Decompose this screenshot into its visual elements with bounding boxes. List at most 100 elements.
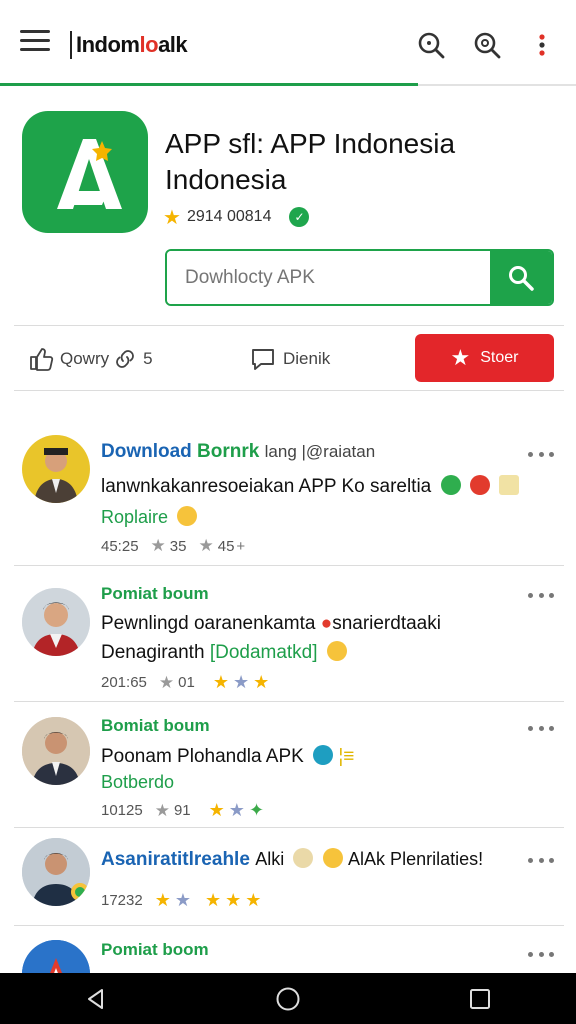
verified-check-icon: ✓ — [289, 207, 310, 227]
star-icon: ★ — [245, 890, 262, 910]
more-options-icon[interactable] — [528, 448, 554, 460]
post-text-body: Poonam Plohandla APK — [101, 746, 304, 767]
post-title[interactable]: Pomiat boom — [101, 940, 209, 960]
more-options-icon[interactable] — [528, 589, 554, 601]
sparkle-icon: ¦≡ — [338, 746, 355, 767]
post-title[interactable]: Pomiat boum — [101, 584, 209, 604]
post-time: 201:65 — [101, 674, 147, 691]
feed-item[interactable]: Asaniratitlreahle Alki AlAk Plenrilaties… — [14, 828, 564, 926]
post-text-2: Denagiranth — [101, 642, 205, 663]
star-icon: ★ — [163, 206, 181, 229]
star-icon: ★ — [174, 890, 191, 910]
back-icon[interactable] — [76, 979, 116, 1019]
post-title-main: Download — [101, 441, 192, 462]
post-title-tail: AlAk Plenrilaties! — [348, 849, 484, 869]
red-emoji-icon — [469, 475, 490, 495]
post-title-rest: Alki — [255, 849, 285, 869]
smile-emoji-icon — [322, 848, 343, 868]
star-icon: ★ — [150, 536, 166, 555]
post-stat-2: 45 — [217, 537, 235, 555]
search-icon[interactable] — [416, 30, 446, 60]
avatar[interactable] — [22, 588, 90, 656]
sticker-emoji-icon — [499, 475, 520, 495]
post-title-rest: Bornrk — [191, 441, 260, 462]
store-label: Stoer — [480, 349, 519, 366]
star-icon: ★ — [232, 672, 250, 692]
star-icon: ★ — [208, 800, 225, 820]
post-text-body: Pewnlingd oaranenkamta — [101, 613, 316, 634]
post-stat-1: 91 — [173, 802, 191, 819]
smile-emoji-icon — [326, 641, 347, 661]
feed-item[interactable]: Pomiat boum Pewnlingd oaranenkamta ●snar… — [14, 566, 564, 702]
download-apk-input[interactable] — [167, 251, 490, 304]
brand-text-2: lo — [139, 32, 159, 57]
post-text: lanwnkakanresoeiakan APP Ko sareltia — [101, 475, 520, 498]
post-meta: 17232 ★ ★ ★ ★ ★ — [101, 890, 261, 911]
post-meta: 201:65 ★ 01 ★ ★ ★ — [101, 672, 269, 693]
star-icon: ★ — [253, 672, 270, 692]
post-sub-label: Roplaire — [101, 507, 169, 527]
like-button[interactable]: Qowry 5 — [28, 344, 153, 374]
search-submit-button[interactable] — [490, 251, 552, 304]
overflow-menu-icon[interactable] — [530, 30, 554, 60]
face-emoji-icon — [293, 848, 314, 868]
feed-item[interactable]: Bomiat boum Poonam Plohandla APK ¦≡ Botb… — [14, 702, 564, 828]
more-options-icon[interactable] — [528, 854, 554, 866]
home-icon[interactable] — [268, 979, 308, 1019]
post-title-suffix: lang |@raiatan — [264, 442, 376, 461]
system-navigation-bar — [0, 973, 576, 1024]
plus-icon: + — [236, 537, 246, 555]
post-text: Poonam Plohandla APK ¦≡ — [101, 745, 354, 768]
smile-emoji-icon — [177, 506, 198, 526]
star-icon: ★ — [205, 890, 222, 910]
post-subtext: Roplaire — [101, 506, 198, 528]
post-time: 45:25 — [101, 537, 139, 555]
avatar[interactable] — [22, 435, 90, 503]
post-text-rest: snarierdtaaki — [332, 613, 441, 634]
more-options-icon[interactable] — [528, 722, 554, 734]
teal-emoji-icon — [313, 745, 334, 765]
rating-count: 2914 00814 — [186, 208, 272, 225]
more-options-icon[interactable] — [528, 948, 554, 960]
brand-divider — [70, 31, 72, 59]
post-stat-1: 35 — [169, 537, 187, 555]
star-icon: ★ — [154, 800, 170, 820]
star-icon: ★ — [158, 672, 175, 692]
avatar[interactable] — [22, 717, 90, 785]
search-filter-icon[interactable] — [472, 30, 502, 60]
brand-logo[interactable]: Indom lo alk — [70, 30, 188, 60]
app-page: Indom lo alk APP sfl: APP Indonesia Indo… — [0, 0, 576, 1024]
post-meta: 45:25 ★ 35 ★ 45 + — [101, 536, 245, 556]
app-rating-row: ★ 2914 00814 ✓ — [163, 204, 310, 230]
check-emoji-icon — [440, 475, 461, 495]
store-button[interactable]: ★ Stoer — [415, 334, 554, 382]
star-icon: ★ — [212, 672, 229, 692]
comment-button[interactable]: Dienik — [249, 344, 330, 374]
post-time: 10125 — [101, 802, 143, 819]
post-meta: 10125 ★ 91 ★ ★ ✦ — [101, 800, 264, 821]
recents-icon[interactable] — [460, 979, 500, 1019]
hamburger-menu-icon[interactable] — [20, 30, 50, 54]
comment-icon — [252, 349, 274, 370]
post-stat-1: 01 — [178, 674, 195, 691]
download-search-box — [165, 249, 554, 306]
like-label: Qowry — [60, 349, 110, 368]
post-title[interactable]: Download Bornrk lang |@raiatan — [101, 441, 375, 463]
post-title[interactable]: Asaniratitlreahle Alki AlAk Plenrilaties… — [101, 848, 483, 871]
post-title[interactable]: Bomiat boum — [101, 716, 210, 736]
app-title: APP sfl: APP Indonesia Indonesia — [165, 128, 456, 195]
post-text-2-tag[interactable]: [Dodamatkd] — [210, 642, 318, 663]
star-icon: ★ — [198, 536, 214, 555]
post-text: Pewnlingd oaranenkamta ●snarierdtaaki — [101, 613, 441, 635]
brand-text-3: alk — [158, 32, 188, 57]
app-icon[interactable] — [22, 111, 148, 233]
post-text-line2: Denagiranth [Dodamatkd] — [101, 641, 347, 664]
share-link-icon — [116, 350, 135, 368]
brand-text-1: Indom — [76, 32, 140, 57]
comment-label: Dienik — [283, 349, 331, 368]
post-subtext: Botberdo — [101, 772, 175, 792]
feed-item[interactable]: Download Bornrk lang |@raiatan lanwnkaka… — [14, 420, 564, 566]
action-bar: Qowry 5 Dienik ★ Stoer — [14, 325, 564, 391]
avatar[interactable] — [22, 838, 90, 906]
thumbs-up-icon — [30, 348, 54, 371]
